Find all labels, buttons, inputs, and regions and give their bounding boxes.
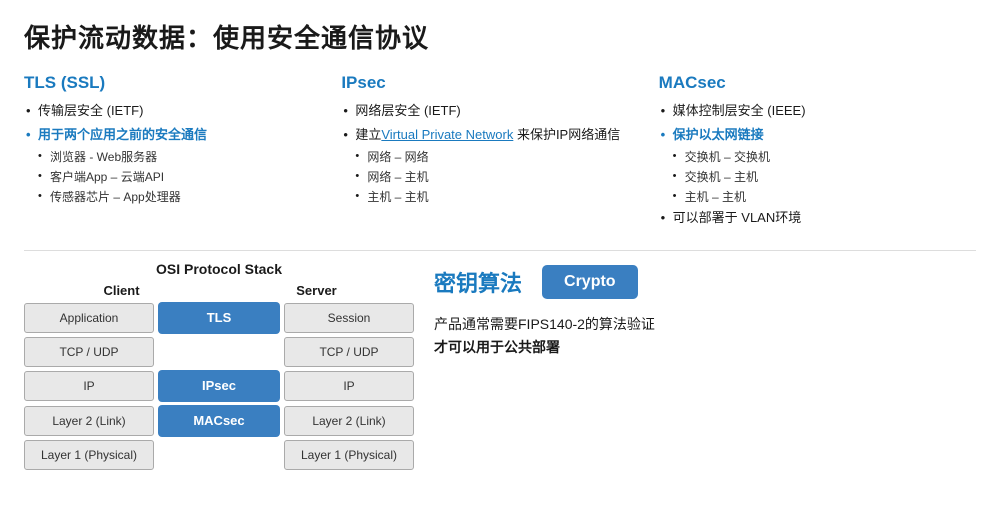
osi-protocol-macsec: MACsec bbox=[158, 405, 280, 437]
list-item: 客户端App – 云端API bbox=[24, 168, 331, 186]
ipsec-heading: IPsec bbox=[341, 73, 648, 93]
osi-cell-tcp-server: TCP / UDP bbox=[284, 337, 414, 367]
osi-protocol-ipsec: IPsec bbox=[158, 370, 280, 402]
crypto-button[interactable]: Crypto bbox=[542, 265, 638, 299]
osi-cell-layer1-server: Layer 1 (Physical) bbox=[284, 440, 414, 470]
osi-protocol-tls: TLS bbox=[158, 302, 280, 334]
crypto-header: 密钥算法 Crypto bbox=[434, 265, 976, 299]
crypto-description: 产品通常需要FIPS140-2的算法验证 才可以用于公共部署 bbox=[434, 313, 976, 361]
list-item: 交换机 – 主机 bbox=[659, 168, 966, 186]
tls-column: TLS (SSL) 传输层安全 (IETF) 用于两个应用之前的安全通信 浏览器… bbox=[24, 73, 341, 232]
divider bbox=[24, 250, 976, 251]
ipsec-suffix: 来保护IP网络通信 bbox=[513, 127, 620, 142]
vpn-link: Virtual Private Network bbox=[381, 127, 513, 142]
list-item: 主机 – 主机 bbox=[341, 188, 648, 206]
osi-headers: Client Server bbox=[24, 283, 414, 298]
ipsec-list: 网络层安全 (IETF) 建立Virtual Private Network 来… bbox=[341, 101, 648, 206]
osi-row-1: Application TLS Session bbox=[24, 302, 414, 334]
list-item: 浏览器 - Web服务器 bbox=[24, 148, 331, 166]
list-item: 传感器芯片 – App处理器 bbox=[24, 188, 331, 206]
list-item: 交换机 – 交换机 bbox=[659, 148, 966, 166]
list-item: 网络 – 主机 bbox=[341, 168, 648, 186]
tls-list: 传输层安全 (IETF) 用于两个应用之前的安全通信 浏览器 - Web服务器 … bbox=[24, 101, 331, 206]
list-item: 网络层安全 (IETF) bbox=[341, 101, 648, 121]
page-title: 保护流动数据：使用安全通信协议 bbox=[24, 18, 976, 55]
crypto-title: 密钥算法 bbox=[434, 266, 522, 298]
crypto-section: 密钥算法 Crypto 产品通常需要FIPS140-2的算法验证 才可以用于公共… bbox=[434, 261, 976, 361]
list-item: 保护以太网链接 bbox=[659, 125, 966, 145]
server-label: Server bbox=[252, 283, 382, 298]
list-item: 传输层安全 (IETF) bbox=[24, 101, 331, 121]
osi-cell-ip-server: IP bbox=[284, 371, 414, 401]
tls-heading: TLS (SSL) bbox=[24, 73, 331, 93]
osi-cell-layer1-client: Layer 1 (Physical) bbox=[24, 440, 154, 470]
osi-row-3: IP IPsec IP bbox=[24, 370, 414, 402]
crypto-desc-line1: 产品通常需要FIPS140-2的算法验证 bbox=[434, 313, 976, 337]
ipsec-column: IPsec 网络层安全 (IETF) 建立Virtual Private Net… bbox=[341, 73, 658, 232]
osi-cell-layer2-server: Layer 2 (Link) bbox=[284, 406, 414, 436]
client-label: Client bbox=[57, 283, 187, 298]
osi-row-2: TCP / UDP TCP / UDP bbox=[24, 337, 414, 367]
macsec-heading: MACsec bbox=[659, 73, 966, 93]
list-item: 媒体控制层安全 (IEEE) bbox=[659, 101, 966, 121]
osi-cell-tcp-client: TCP / UDP bbox=[24, 337, 154, 367]
macsec-list: 媒体控制层安全 (IEEE) 保护以太网链接 交换机 – 交换机 交换机 – 主… bbox=[659, 101, 966, 228]
osi-cell-session: Session bbox=[284, 303, 414, 333]
list-item: 网络 – 网络 bbox=[341, 148, 648, 166]
crypto-desc-line2: 才可以用于公共部署 bbox=[434, 339, 560, 355]
bottom-section: OSI Protocol Stack Client Server Applica… bbox=[24, 261, 976, 473]
osi-row-4: Layer 2 (Link) MACsec Layer 2 (Link) bbox=[24, 405, 414, 437]
list-item: 用于两个应用之前的安全通信 bbox=[24, 125, 331, 145]
page: 保护流动数据：使用安全通信协议 TLS (SSL) 传输层安全 (IETF) 用… bbox=[0, 0, 1000, 489]
list-item: 建立Virtual Private Network 来保护IP网络通信 bbox=[341, 125, 648, 145]
osi-spacer-5 bbox=[158, 440, 280, 470]
top-columns: TLS (SSL) 传输层安全 (IETF) 用于两个应用之前的安全通信 浏览器… bbox=[24, 73, 976, 232]
osi-title: OSI Protocol Stack bbox=[24, 261, 414, 277]
osi-cell-layer2-client: Layer 2 (Link) bbox=[24, 406, 154, 436]
osi-spacer-2 bbox=[158, 337, 280, 367]
macsec-column: MACsec 媒体控制层安全 (IEEE) 保护以太网链接 交换机 – 交换机 … bbox=[659, 73, 976, 232]
osi-cell-ip-client: IP bbox=[24, 371, 154, 401]
osi-row-5: Layer 1 (Physical) Layer 1 (Physical) bbox=[24, 440, 414, 470]
list-item: 主机 – 主机 bbox=[659, 188, 966, 206]
osi-cell-application: Application bbox=[24, 303, 154, 333]
list-item: 可以部署于 VLAN环境 bbox=[659, 208, 966, 228]
osi-diagram: OSI Protocol Stack Client Server Applica… bbox=[24, 261, 414, 473]
